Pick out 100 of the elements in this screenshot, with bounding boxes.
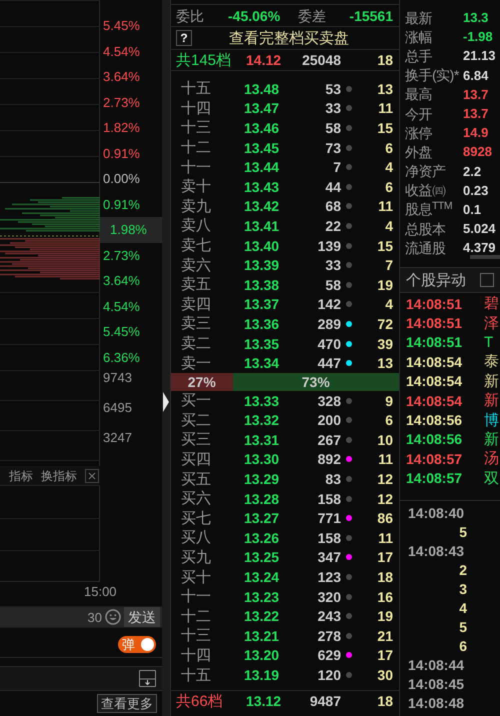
level-count: 86 [376, 511, 394, 526]
axis-label: 0.91% [102, 196, 141, 214]
tick-count: 4 [459, 600, 467, 614]
total-price: 13.12 [246, 694, 282, 708]
stock-name[interactable]: 博 [484, 412, 499, 428]
level-price: 13.23 [244, 590, 280, 604]
stock-name[interactable]: 汤 [484, 451, 499, 466]
stock-name[interactable]: T [484, 334, 494, 350]
indicator-link[interactable]: 指标 [9, 470, 33, 482]
axis-label: 4.54% [102, 298, 141, 316]
level-volume: 447 [316, 356, 341, 370]
time-label: 15:00 [84, 585, 117, 598]
level-count: 13 [376, 356, 394, 370]
level-volume: 347 [316, 550, 341, 564]
level-price: 13.36 [244, 316, 280, 331]
stock-name[interactable]: 新 [484, 432, 499, 447]
axis-label: 0.00% [102, 170, 141, 188]
level-volume: 200 [316, 413, 341, 428]
indicator-link[interactable]: 换指标 [41, 470, 77, 482]
axis-label: 4.54% [102, 42, 141, 61]
level-count: 11 [377, 452, 394, 466]
stock-name[interactable]: 双 [484, 470, 499, 486]
level-label: 十二 [180, 608, 212, 624]
quote-value: 4.379 [463, 241, 496, 254]
quote-value: 13.3 [463, 11, 488, 24]
level-label: 买二 [180, 412, 212, 428]
level-label: 卖一 [180, 356, 212, 371]
ratio-label: 委比 [176, 8, 205, 22]
level-count: 39 [376, 336, 394, 351]
level-label: 十一 [180, 160, 212, 175]
level-volume: 68 [324, 199, 341, 214]
full-book-link[interactable]: 查看完整档买卖盘 [229, 30, 349, 46]
level-price: 13.41 [244, 218, 280, 233]
level-label: 十二 [180, 140, 212, 156]
level-price: 13.37 [244, 297, 280, 312]
level-count: 6 [384, 180, 394, 194]
level-price: 13.40 [244, 238, 280, 253]
level-count: 30 [376, 668, 394, 682]
level-label: 卖五 [180, 277, 212, 292]
level-label: 买五 [180, 472, 212, 487]
axis-label: 5.45% [102, 17, 141, 36]
stock-name[interactable]: 泰 [484, 354, 499, 370]
download-icon[interactable] [139, 670, 156, 687]
total-levels-label: 共145档 [175, 52, 232, 68]
expand-arrow-icon[interactable] [163, 392, 169, 412]
smiley-icon[interactable] [105, 609, 121, 625]
total-price: 14.12 [246, 53, 282, 67]
tick-count: 3 [459, 582, 467, 596]
level-count: 12 [376, 492, 394, 506]
alert-time: 14:08:57 [406, 452, 464, 466]
level-count: 9 [384, 394, 394, 408]
stock-name[interactable]: 碧 [484, 296, 499, 312]
quote-label: 收益㈣ [404, 183, 446, 198]
level-count: 19 [376, 609, 394, 624]
level-price: 13.35 [244, 336, 280, 351]
level-label: 卖四 [180, 296, 212, 312]
level-volume: 243 [316, 609, 341, 624]
more-button[interactable]: 查看更多 [97, 694, 157, 712]
level-volume: 22 [324, 218, 341, 233]
close-button[interactable] [85, 468, 99, 482]
help-button[interactable]: ? [176, 30, 192, 46]
axis-label: 2.73% [102, 246, 141, 265]
stock-name[interactable]: 新 [484, 374, 499, 389]
level-volume: 53 [324, 82, 341, 96]
checkbox[interactable] [480, 273, 494, 287]
level-price: 13.21 [244, 628, 280, 643]
level-volume: 139 [316, 238, 341, 253]
axis-label: 9743 [102, 368, 133, 386]
level-price: 13.20 [244, 648, 280, 662]
stock-name[interactable]: 泽 [484, 316, 499, 331]
quote-label: 涨幅 [404, 30, 433, 44]
level-price: 13.46 [244, 120, 280, 135]
level-label: 买一 [180, 393, 212, 408]
level-count: 6 [384, 140, 394, 155]
alert-time: 14:08:57 [406, 471, 464, 486]
total-levels-label: 共66档 [175, 694, 224, 709]
stock-name[interactable]: 新 [484, 393, 499, 408]
level-price: 13.32 [244, 413, 280, 428]
quote-label: 股息$^{TTM}$ [404, 202, 454, 216]
alert-time: 14:08:51 [406, 316, 464, 330]
level-volume: 73 [324, 140, 341, 155]
level-label: 卖十 [180, 179, 212, 194]
alert-time: 14:08:54 [406, 354, 464, 369]
tick-time: 14:08:48 [408, 696, 464, 710]
level-price: 13.47 [244, 101, 280, 116]
alert-time: 14:08:54 [406, 394, 464, 408]
scrollbar[interactable] [470, 255, 500, 259]
send-button[interactable]: 发送 [124, 607, 160, 627]
level-count: 6 [384, 413, 394, 428]
axis-label: 3.64% [102, 68, 141, 86]
axis-label: 2.73% [102, 94, 141, 112]
level-volume: 44 [324, 180, 341, 194]
popup-toggle[interactable]: 弹 [118, 636, 156, 652]
level-count: 21 [376, 628, 394, 643]
axis-label: 0.91% [102, 144, 141, 163]
level-label: 买六 [180, 491, 212, 506]
tick-count: 2 [459, 562, 467, 576]
quote-value: 13.7 [463, 107, 488, 120]
chat-input-field[interactable]: 30 发送 [0, 606, 162, 628]
level-label: 十三 [180, 120, 212, 136]
